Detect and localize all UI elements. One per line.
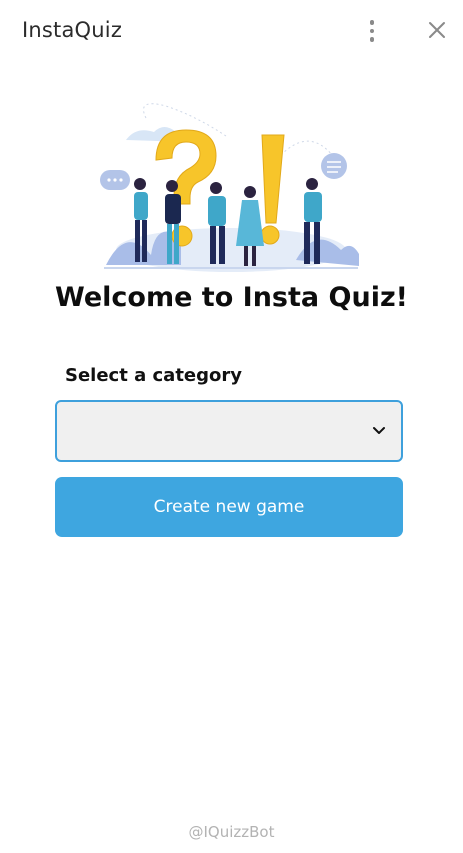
- chevron-down-icon: [373, 427, 385, 434]
- create-new-game-button[interactable]: Create new game: [55, 477, 403, 537]
- more-options-button[interactable]: [360, 16, 384, 46]
- welcome-title: Welcome to Insta Quiz!: [55, 282, 408, 313]
- hero-illustration-svg: [100, 103, 359, 272]
- category-label: Select a category: [65, 365, 242, 386]
- vertical-dots-icon-dot: [369, 28, 375, 34]
- vertical-dots-icon: [369, 20, 375, 25]
- close-button[interactable]: [424, 17, 450, 43]
- category-select[interactable]: [55, 400, 403, 462]
- app-window: InstaQuiz Welcome to Insta Quiz! Select …: [0, 0, 463, 853]
- quiz-people-illustration: [96, 100, 366, 272]
- vertical-dots-icon-dot: [369, 37, 375, 42]
- close-icon: [429, 22, 445, 38]
- bot-handle: @IQuizzBot: [188, 823, 275, 841]
- app-title: InstaQuiz: [22, 18, 123, 42]
- title-bar: InstaQuiz: [0, 0, 463, 62]
